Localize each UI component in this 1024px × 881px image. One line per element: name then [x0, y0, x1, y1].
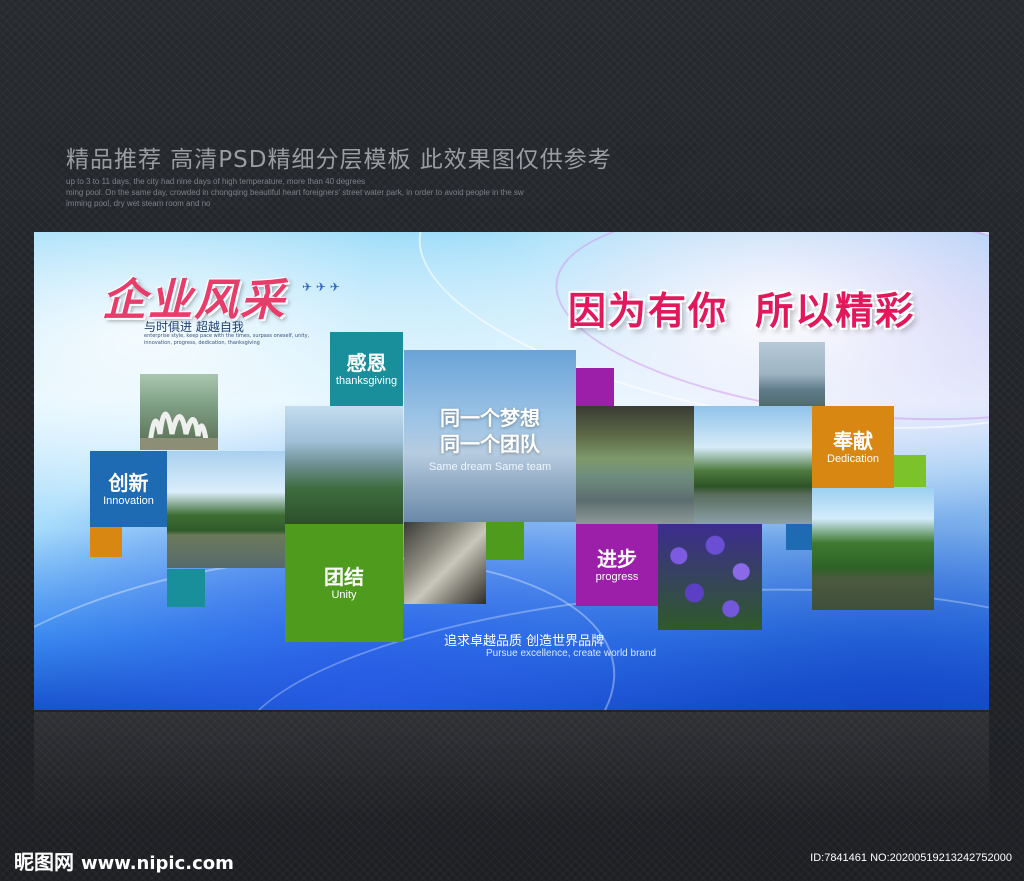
thanksgiving-cn: 感恩 [346, 351, 387, 375]
light-green-square [894, 455, 926, 487]
watermark-id: ID:7841461 NO:20200519213242752000 [810, 852, 1012, 864]
innovation-en: Innovation [103, 495, 154, 507]
green-square [486, 522, 524, 560]
slogan-en: Pursue excellence, create world brand [486, 648, 657, 659]
lavender-photo [658, 524, 762, 630]
center-line1: 同一个梦想 [440, 406, 540, 430]
headline: 因为有你 所以精彩 [568, 280, 915, 335]
header-subtext-line: ming pool. On the same day, crowded in c… [66, 188, 524, 197]
slogan-cn: 追求卓越品质 创造世界品牌 [444, 634, 605, 649]
forest-lake-photo [812, 488, 934, 610]
progress-cn: 进步 [597, 547, 637, 571]
watermark-brand-name: 昵图网 [14, 850, 74, 874]
progress-block: 进步 progress [576, 524, 658, 606]
unity-en: Unity [331, 589, 357, 601]
birds-icon: ✈︎ ✈︎ ✈︎ [302, 280, 340, 294]
blue-square [786, 524, 812, 550]
dedication-cn: 奉献 [833, 429, 873, 453]
lake-photo [167, 451, 285, 568]
riverside-photo [576, 406, 694, 524]
orange-square [90, 527, 122, 557]
board-reflection [34, 712, 989, 822]
dedication-block: 奉献 Dedication [812, 406, 894, 488]
unity-cn: 团结 [324, 565, 364, 589]
teal-square [167, 569, 205, 607]
center-line2: 同一个团队 [440, 432, 540, 456]
header-subtext-line: up to 3 to 11 days, the city had nine da… [66, 177, 366, 186]
progress-en: progress [595, 571, 639, 583]
center-slogan: 同一个梦想 同一个团队 Same dream Same team [404, 350, 576, 522]
unity-block: 团结 Unity [285, 524, 403, 642]
header-title: 精品推荐 高清PSD精细分层模板 此效果图仅供参考 [66, 147, 612, 173]
island-lake-photo [694, 406, 812, 524]
misty-hills-photo [759, 342, 825, 406]
sculpture-photo [140, 374, 218, 450]
innovation-cn: 创新 [108, 471, 149, 495]
thanksgiving-en: thanksgiving [335, 375, 398, 387]
watermark-brand: 昵图网 www.nipic.com [14, 846, 234, 875]
header-subtext-line: imming pool, dry wet steam room and no [66, 199, 211, 208]
headline-part1: 因为有你 [568, 288, 729, 333]
center-en: Same dream Same team [428, 461, 552, 473]
purple-square [576, 368, 614, 406]
rock-photo [404, 522, 486, 604]
logo-tiny-text: enterprise style, keep pace with the tim… [144, 333, 310, 346]
headline-part2: 所以精彩 [755, 288, 916, 333]
innovation-block: 创新 Innovation [90, 451, 167, 527]
watermark-url: www.nipic.com [80, 853, 234, 874]
header-subtext: up to 3 to 11 days, the city had nine da… [66, 176, 586, 209]
valley-photo [285, 406, 403, 524]
display-board: 企业风采 ✈︎ ✈︎ ✈︎ 与时俱进 超越自我 enterprise style… [34, 232, 989, 710]
dedication-en: Dedication [827, 453, 879, 465]
thanksgiving-block: 感恩 thanksgiving [330, 332, 403, 406]
